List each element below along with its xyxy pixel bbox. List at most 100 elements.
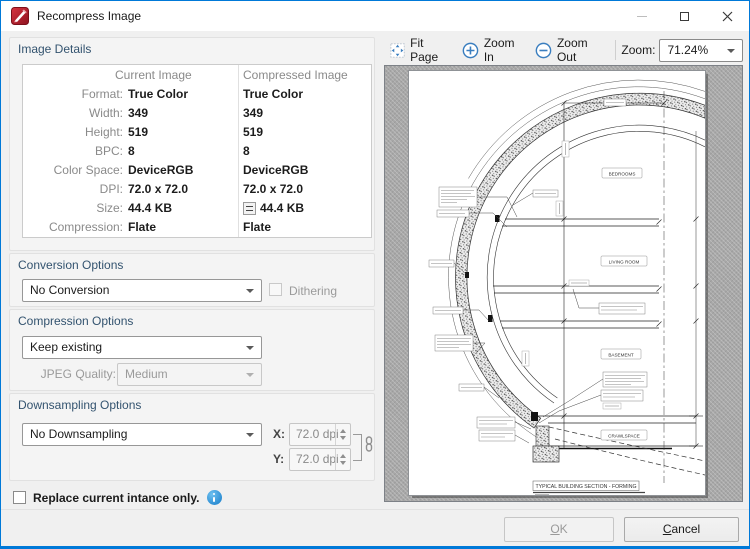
spinner-arrows: [335, 424, 350, 445]
footer-separator: [1, 509, 749, 510]
xy-link-bracket: [353, 434, 362, 461]
conversion-dropdown-value: No Conversion: [30, 283, 110, 297]
minimize-icon: [636, 15, 647, 17]
table-row: BPC: 8 8: [23, 142, 371, 161]
table-row: Size: 44.4 KB 44.4 KB: [23, 199, 371, 218]
column-current-image: Current Image: [115, 68, 192, 82]
zoom-out-button[interactable]: Zoom Out: [529, 36, 611, 64]
room-label-bedrooms: BEDROOMS: [609, 171, 636, 176]
equal-size-icon[interactable]: [243, 202, 256, 215]
downsampling-dropdown[interactable]: No Downsampling: [22, 423, 262, 446]
row-current-value: 519: [128, 125, 149, 139]
downsampling-options-group: Downsampling Options No Downsampling X: …: [9, 393, 375, 481]
row-label: DPI:: [99, 182, 123, 196]
zoom-in-label: Zoom In: [483, 36, 515, 64]
chevron-down-icon: [246, 433, 254, 437]
x-dpi-spinner: 72.0 dpi: [289, 423, 351, 446]
row-current-value: 349: [128, 106, 149, 120]
conversion-options-header: Conversion Options: [18, 258, 124, 272]
row-current-value: 8: [128, 144, 135, 158]
table-row: Width: 349 349: [23, 104, 371, 123]
drawing-scale-box: [533, 493, 553, 495]
drawing-title-block: TYPICAL BUILDING SECTION - FORMING: [532, 480, 645, 494]
compression-options-group: Compression Options Keep existing JPEG Q…: [9, 309, 375, 391]
image-details-group: Image Details Current Image Compressed I…: [9, 37, 375, 251]
spinner-arrows: [335, 449, 350, 470]
conversion-dropdown[interactable]: No Conversion: [22, 279, 262, 302]
room-label-crawlspace: CRAWLSPACE: [608, 433, 640, 438]
zoom-in-button[interactable]: Zoom In: [456, 36, 529, 64]
table-row: Compression: Flate Flate: [23, 218, 371, 237]
compression-dropdown[interactable]: Keep existing: [22, 336, 262, 359]
row-label: Compression:: [48, 220, 123, 234]
checkbox-icon: [269, 283, 282, 296]
fit-page-icon: [390, 42, 405, 58]
column-compressed-image: Compressed Image: [243, 68, 348, 82]
zoom-level-combobox[interactable]: 71.24%: [659, 38, 743, 62]
table-row: Height: 519 519: [23, 123, 371, 142]
grade-line-2: [554, 438, 705, 476]
outer-finish-line-1: [448, 86, 705, 446]
row-compressed-value: 44.4 KB: [260, 201, 305, 215]
ok-button[interactable]: OK: [504, 517, 614, 542]
info-icon[interactable]: [206, 490, 222, 505]
preview-toolbar: Fit Page Zoom In Zoom Out Zoom: 71.24%: [384, 36, 743, 64]
row-label: Height:: [84, 125, 123, 139]
row-label: Width:: [88, 106, 123, 120]
footing: [532, 445, 560, 463]
spin-up-icon: [340, 454, 346, 458]
maximize-button[interactable]: [663, 1, 706, 31]
compression-options-header: Compression Options: [18, 314, 134, 328]
table-row: Format: True Color True Color: [23, 85, 371, 104]
row-current-value: Flate: [128, 220, 157, 234]
x-dpi-value: 72.0 dpi: [296, 427, 339, 441]
zoom-level-label: Zoom:: [621, 43, 656, 57]
fit-page-button[interactable]: Fit Page: [384, 36, 456, 64]
row-label: Format:: [81, 87, 123, 101]
recompress-image-dialog: Recompress Image Image Details Current I…: [0, 0, 750, 549]
chevron-down-icon: [246, 346, 254, 350]
drawing-title: TYPICAL BUILDING SECTION - FORMING: [536, 484, 637, 490]
close-icon: [722, 11, 733, 21]
zoom-level-value: 71.24%: [667, 42, 709, 57]
downsampling-options-header: Downsampling Options: [18, 398, 142, 412]
row-current-value: True Color: [128, 87, 189, 101]
jpeg-quality-value: Medium: [125, 367, 168, 381]
downsampling-dropdown-value: No Downsampling: [30, 427, 128, 441]
row-compressed-value: DeviceRGB: [243, 163, 309, 177]
row-label: Size:: [96, 201, 123, 215]
leader-lines: [453, 192, 604, 444]
row-compressed-value: 349: [243, 106, 264, 120]
dithering-checkbox[interactable]: [269, 283, 282, 297]
replace-instance-row: Replace current intance only.: [13, 490, 222, 505]
replace-instance-checkbox[interactable]: [13, 491, 26, 504]
close-button[interactable]: [706, 1, 749, 31]
minimize-button[interactable]: [620, 1, 663, 31]
row-compressed-value: 519: [243, 125, 264, 139]
jpeg-quality-label: JPEG Quality:: [40, 367, 116, 381]
cancel-button-label: Cancel: [662, 522, 701, 536]
wall-stub: [535, 425, 550, 447]
chevron-down-icon: [727, 48, 735, 53]
y-dpi-label: Y:: [273, 452, 285, 466]
window-title: Recompress Image: [37, 9, 142, 23]
toolbar-separator: [614, 40, 616, 60]
row-compressed-value: True Color: [243, 87, 304, 101]
zoom-out-icon: [535, 42, 552, 58]
chevron-down-icon: [246, 373, 254, 377]
table-header-row: Current Image Compressed Image: [23, 65, 371, 85]
image-details-table: Current Image Compressed Image Format: T…: [22, 64, 372, 238]
chevron-down-icon: [246, 289, 254, 293]
ok-button-label: OK: [550, 522, 568, 536]
replace-instance-label: Replace current intance only.: [33, 490, 200, 505]
zoom-out-label: Zoom Out: [556, 36, 588, 64]
spin-down-icon: [340, 461, 346, 465]
row-label: BPC:: [94, 144, 123, 158]
preview-pane[interactable]: BEDROOMS LIVING ROOM BASEMENT CRAWLSPACE…: [384, 65, 743, 502]
titlebar: Recompress Image: [1, 1, 749, 31]
chain-link-icon[interactable]: [364, 436, 374, 452]
table-row: Color Space: DeviceRGB DeviceRGB: [23, 161, 371, 180]
cancel-button[interactable]: Cancel: [624, 517, 739, 542]
x-dpi-label: X:: [273, 427, 285, 441]
row-current-value: 72.0 x 72.0: [128, 182, 189, 196]
